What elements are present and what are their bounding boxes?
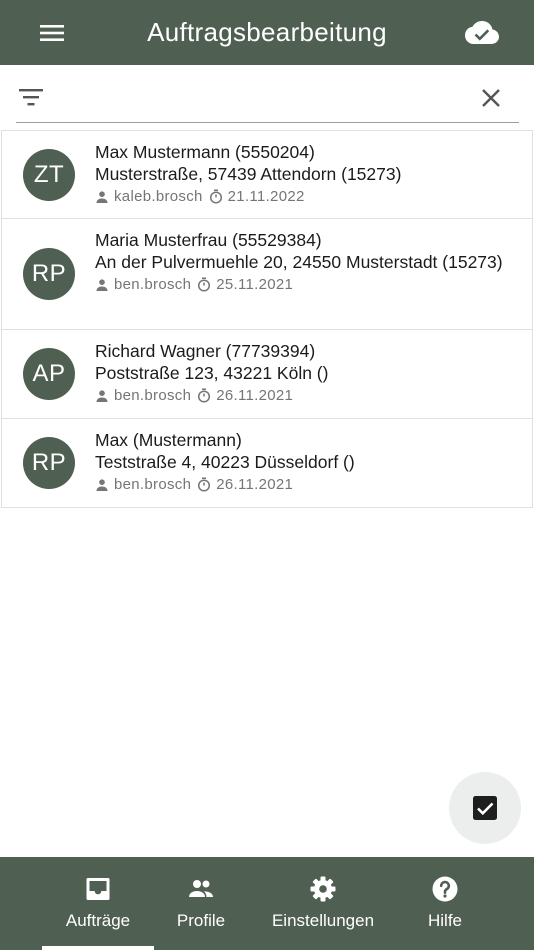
order-date: 21.11.2022 [227, 188, 305, 205]
search-input[interactable] [60, 82, 460, 112]
order-name: Maria Musterfrau (55529384) [95, 230, 322, 250]
list-item[interactable]: RP Max (Mustermann) Teststraße 4, 40223 … [2, 419, 532, 508]
order-user: kaleb.brosch [114, 188, 203, 205]
order-name: Max (Mustermann) [95, 430, 242, 450]
list-item[interactable]: ZT Max Mustermann (5550204) Musterstraße… [2, 131, 532, 219]
nav-item-auftraege[interactable]: Aufträge [42, 857, 154, 950]
filter-icon[interactable] [18, 86, 44, 108]
avatar: AP [23, 348, 75, 400]
timer-icon [198, 477, 211, 492]
nav-item-hilfe[interactable]: Hilfe [394, 857, 496, 950]
order-date: 26.11.2021 [216, 476, 294, 493]
menu-icon[interactable] [36, 20, 68, 46]
order-name: Richard Wagner (77739394) [95, 341, 316, 361]
help-icon [432, 876, 458, 902]
nav-item-profile[interactable]: Profile [150, 857, 252, 950]
people-icon [189, 880, 213, 897]
page-title: Auftragsbearbeitung [147, 17, 387, 47]
timer-icon [198, 388, 211, 403]
list-item[interactable]: AP Richard Wagner (77739394) Poststraße … [2, 330, 532, 419]
nav-label: Aufträge [65, 911, 131, 930]
order-list: ZT Max Mustermann (5550204) Musterstraße… [1, 130, 533, 508]
person-icon [96, 478, 108, 491]
order-address: Musterstraße, 57439 Attendorn (15273) [95, 164, 402, 184]
cloud-done-icon[interactable] [464, 17, 500, 47]
order-name: Max Mustermann (5550204) [95, 142, 315, 162]
close-icon[interactable] [479, 86, 503, 110]
order-address: An der Pulvermuehle 20, 24550 Musterstad… [95, 252, 503, 272]
avatar: RP [23, 248, 75, 300]
person-icon [96, 278, 108, 291]
active-tab-indicator [42, 946, 154, 950]
nav-label: Einstellungen [271, 911, 375, 930]
gear-icon [310, 876, 336, 902]
timer-icon [209, 189, 222, 204]
avatar: ZT [23, 149, 75, 201]
inbox-icon [86, 878, 110, 900]
bottom-navigation: Aufträge Profile Einstellungen Hilfe [0, 857, 534, 950]
timer-icon [198, 277, 211, 292]
list-item[interactable]: RP Maria Musterfrau (55529384) An der Pu… [2, 219, 532, 330]
nav-label: Hilfe [427, 911, 462, 930]
checkbox-checked-icon [473, 796, 497, 820]
person-icon [96, 389, 108, 402]
order-address: Poststraße 123, 43221 Köln () [95, 363, 329, 383]
nav-item-einstellungen[interactable]: Einstellungen [263, 857, 383, 950]
order-address: Teststraße 4, 40223 Düsseldorf () [95, 452, 355, 472]
select-all-fab[interactable] [449, 772, 521, 844]
nav-label: Profile [176, 911, 226, 930]
app-bar: Auftragsbearbeitung [0, 0, 534, 65]
order-date: 25.11.2021 [216, 276, 294, 293]
avatar: RP [23, 437, 75, 489]
order-date: 26.11.2021 [216, 387, 294, 404]
order-user: ben.brosch [114, 276, 192, 293]
order-user: ben.brosch [114, 387, 192, 404]
search-bar [16, 74, 519, 123]
person-icon [96, 190, 108, 203]
order-user: ben.brosch [114, 476, 192, 493]
